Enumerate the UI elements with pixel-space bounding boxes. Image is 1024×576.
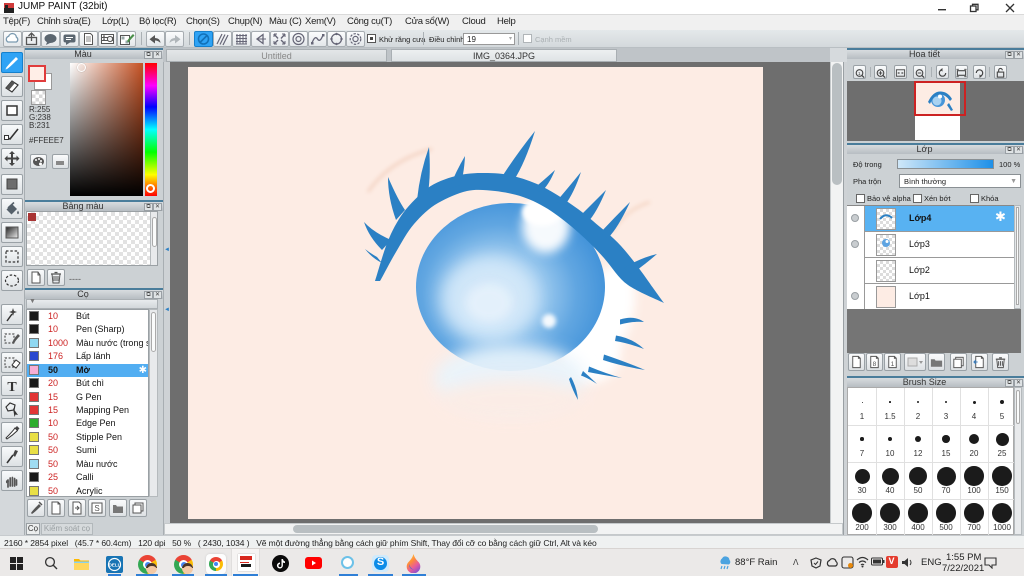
svg-text:1: 1 — [891, 361, 895, 368]
svg-text:DELL: DELL — [109, 563, 121, 568]
svg-text:S: S — [95, 504, 100, 513]
svg-text:T: T — [7, 380, 17, 395]
svg-text:1: 1 — [858, 71, 861, 76]
svg-text:8: 8 — [873, 361, 877, 368]
